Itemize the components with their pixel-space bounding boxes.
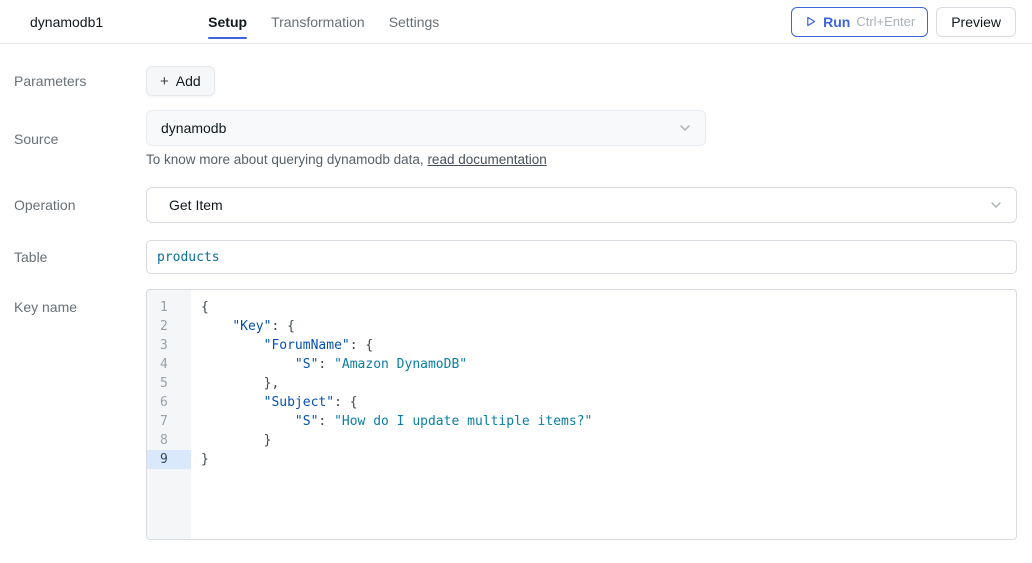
topbar-actions: Run Ctrl+Enter Preview	[791, 7, 1016, 37]
source-label: Source	[0, 131, 146, 147]
table-label: Table	[0, 249, 146, 265]
run-button-label: Run	[823, 14, 850, 30]
tab-transformation[interactable]: Transformation	[271, 0, 365, 43]
source-select[interactable]: dynamodb	[146, 110, 706, 146]
add-button-label: Add	[176, 73, 201, 89]
line-number: 7	[147, 412, 191, 431]
chevron-down-icon	[988, 197, 1004, 213]
tab-bar: Setup Transformation Settings	[208, 0, 439, 43]
line-number: 9	[147, 450, 191, 469]
play-icon	[804, 15, 817, 28]
preview-button[interactable]: Preview	[936, 7, 1016, 37]
key-name-editor[interactable]: 123456789 { "Key": { "ForumName": { "S":…	[146, 289, 1017, 540]
query-editor-topbar: dynamodb1 Setup Transformation Settings …	[0, 0, 1032, 44]
code-line[interactable]: "Subject": {	[201, 393, 1006, 412]
editor-gutter: 123456789	[147, 290, 191, 539]
query-setup-panel: Parameters + Add Source dynamodb To know…	[0, 44, 1032, 540]
operation-label: Operation	[0, 197, 146, 213]
operation-select-value: Get Item	[169, 197, 223, 213]
line-number: 8	[147, 431, 191, 450]
code-line[interactable]: "S": "How do I update multiple items?"	[201, 412, 1006, 431]
line-number: 2	[147, 317, 191, 336]
query-name[interactable]: dynamodb1	[30, 14, 103, 30]
key-name-label: Key name	[0, 289, 146, 315]
add-parameter-button[interactable]: + Add	[146, 66, 215, 96]
code-line[interactable]: "ForumName": {	[201, 336, 1006, 355]
code-line[interactable]: },	[201, 374, 1006, 393]
run-shortcut-hint: Ctrl+Enter	[856, 14, 915, 29]
tab-setup[interactable]: Setup	[208, 0, 247, 43]
table-row: Table	[0, 240, 1017, 274]
key-name-row: Key name 123456789 { "Key": { "ForumName…	[0, 289, 1017, 540]
line-number: 6	[147, 393, 191, 412]
line-number: 4	[147, 355, 191, 374]
line-number: 3	[147, 336, 191, 355]
plus-icon: +	[160, 74, 169, 89]
source-row: Source dynamodb To know more about query…	[0, 110, 1017, 167]
code-line[interactable]: }	[201, 450, 1006, 469]
source-select-value: dynamodb	[161, 120, 226, 136]
operation-row: Operation Get Item	[0, 187, 1017, 223]
editor-code-area[interactable]: { "Key": { "ForumName": { "S": "Amazon D…	[191, 290, 1016, 539]
operation-select[interactable]: Get Item	[146, 187, 1017, 223]
parameters-label: Parameters	[0, 73, 146, 89]
table-input[interactable]	[146, 240, 1017, 274]
read-documentation-link[interactable]: read documentation	[427, 152, 546, 167]
code-line[interactable]: {	[201, 298, 1006, 317]
tab-settings[interactable]: Settings	[389, 0, 440, 43]
code-line[interactable]: }	[201, 431, 1006, 450]
preview-button-label: Preview	[951, 14, 1001, 30]
run-button[interactable]: Run Ctrl+Enter	[791, 7, 928, 37]
source-helper-text: To know more about querying dynamodb dat…	[146, 152, 1017, 167]
parameters-row: Parameters + Add	[0, 66, 1017, 96]
line-number: 1	[147, 298, 191, 317]
code-line[interactable]: "S": "Amazon DynamoDB"	[201, 355, 1006, 374]
code-line[interactable]: "Key": {	[201, 317, 1006, 336]
line-number: 5	[147, 374, 191, 393]
helper-text: To know more about querying dynamodb dat…	[146, 152, 427, 167]
chevron-down-icon	[677, 120, 693, 136]
